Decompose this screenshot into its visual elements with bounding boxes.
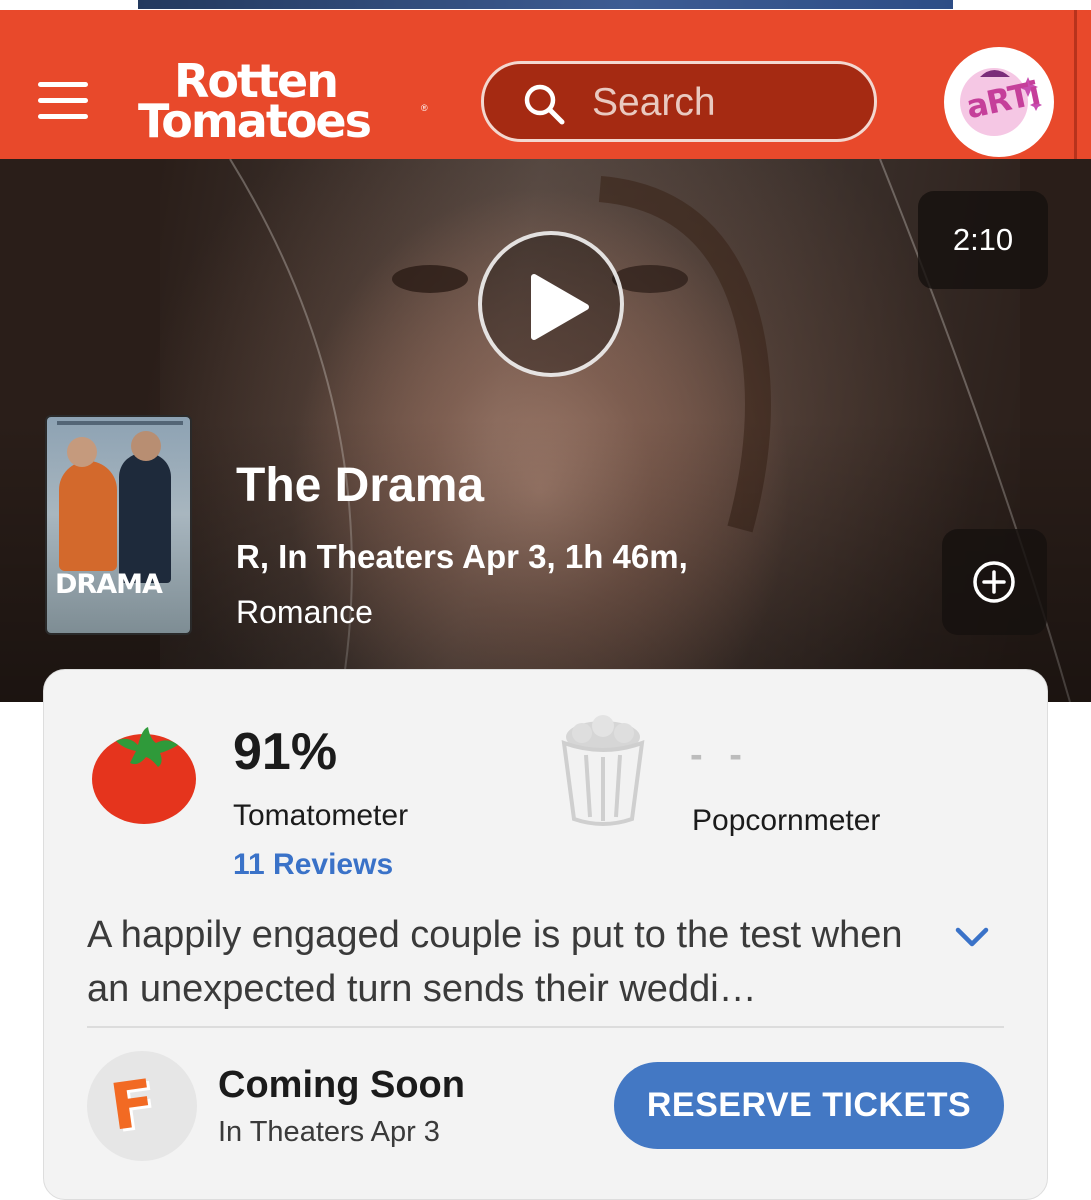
section-divider <box>87 1026 1004 1028</box>
rotten-tomatoes-logo[interactable]: Rotten Tomatoes ® <box>138 58 428 146</box>
tomato-icon <box>92 727 196 824</box>
chevron-down-icon[interactable] <box>954 922 990 950</box>
popcorn-bucket-icon <box>561 715 645 826</box>
play-icon <box>531 274 589 340</box>
top-progress-bar <box>138 0 953 9</box>
fandango-icon: F <box>87 1051 197 1161</box>
trailer-duration: 2:10 <box>918 191 1048 289</box>
header-scroll-edge <box>1074 10 1077 159</box>
search-icon <box>524 84 565 125</box>
ticket-status: Coming Soon <box>218 1064 465 1106</box>
hero-trailer[interactable]: 2:10 DRAMA The Drama R, In Theaters Apr … <box>0 159 1091 702</box>
movie-meta: R, In Theaters Apr 3, 1h 46m, <box>236 538 688 575</box>
poster-title: DRAMA <box>55 569 163 600</box>
add-to-watchlist-button[interactable] <box>942 529 1047 635</box>
tomatometer-score: 91% <box>233 723 338 781</box>
poster-tagline <box>57 421 183 425</box>
search-input[interactable]: Search <box>481 61 877 142</box>
registered-mark: ® <box>421 103 428 113</box>
poster-figure-bride <box>59 461 117 571</box>
reviews-link[interactable]: 11 Reviews <box>233 847 393 883</box>
fandango-letter-glyph: F <box>106 1066 160 1146</box>
search-placeholder: Search <box>592 81 716 124</box>
poster-face-groom <box>131 431 161 461</box>
logo-line-2: Tomatoes <box>138 94 372 148</box>
poster-face-bride <box>67 437 97 467</box>
release-date: In Theaters Apr 3 <box>218 1116 440 1148</box>
reserve-tickets-button[interactable]: RESERVE TICKETS <box>614 1062 1004 1149</box>
top-strip <box>0 0 1091 10</box>
play-button[interactable] <box>478 231 624 377</box>
movie-title: The Drama <box>236 459 485 512</box>
plus-circle-icon <box>973 561 1015 603</box>
movie-genre: Romance <box>236 594 373 630</box>
menu-icon[interactable] <box>38 82 88 120</box>
poster-figure-groom <box>119 453 171 583</box>
movie-synopsis: A happily engaged couple is put to the t… <box>87 914 903 1010</box>
popcornmeter-score: - - <box>690 734 750 776</box>
site-header: Rotten Tomatoes ® Search aRTi <box>0 10 1091 159</box>
movie-poster[interactable]: DRAMA <box>45 415 192 635</box>
user-avatar[interactable]: aRTi <box>944 47 1054 157</box>
tomatometer-label: Tomatometer <box>233 799 409 832</box>
popcornmeter-label: Popcornmeter <box>692 804 881 837</box>
